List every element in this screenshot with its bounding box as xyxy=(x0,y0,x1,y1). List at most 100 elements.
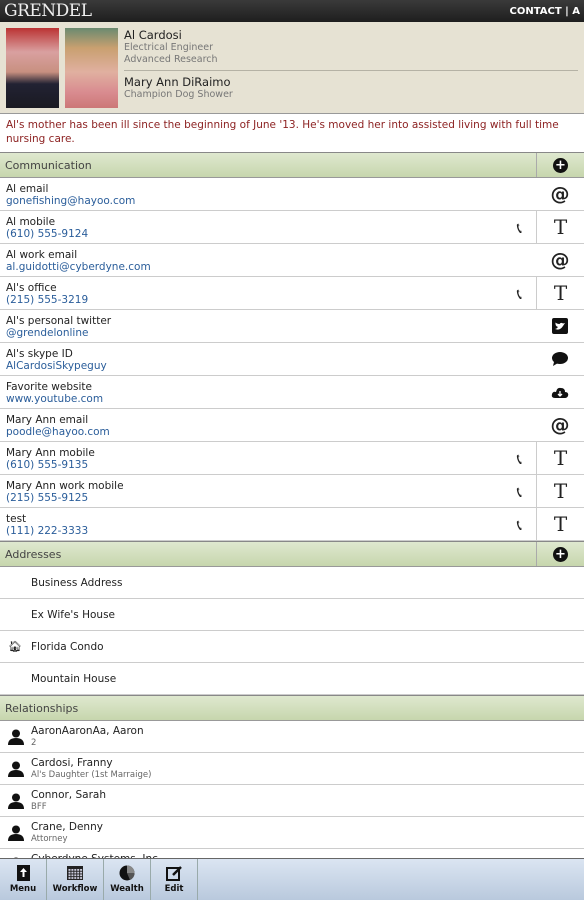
primary-contact-photo xyxy=(6,28,59,108)
phone-icon[interactable]: 📞︎ xyxy=(517,219,522,237)
address-label: Mountain House xyxy=(31,672,117,685)
breadcrumb[interactable]: CONTACT | A xyxy=(509,6,580,17)
toolbar-workflow-button[interactable]: Workflow xyxy=(47,859,104,900)
secondary-contact-photo xyxy=(65,28,118,108)
phone-icon[interactable]: 📞︎ xyxy=(517,285,522,303)
item-label: Al's personal twitter xyxy=(6,315,112,327)
phone-icon[interactable]: 📞︎ xyxy=(517,516,522,534)
plus-icon: + xyxy=(553,157,568,173)
item-value[interactable]: AlCardosiSkypeguy xyxy=(6,360,578,372)
item-label: Al's office xyxy=(6,282,57,294)
relationship-item[interactable]: AaronAaronAa, Aaron 2 xyxy=(0,721,584,753)
item-label: Al work email xyxy=(6,249,78,261)
communication-item[interactable]: Al email gonefishing@hayoo.com @ xyxy=(0,178,584,211)
item-label: test xyxy=(6,513,27,525)
plus-icon: + xyxy=(553,546,568,562)
section-title: Relationships xyxy=(5,701,79,715)
bottom-toolbar: Menu Workflow Wealth Edit xyxy=(0,858,584,900)
item-label: Mary Ann email xyxy=(6,414,89,426)
grendel-logo: GRENDEL xyxy=(4,1,92,21)
item-label: Mary Ann work mobile xyxy=(6,480,124,492)
communication-header: Communication + xyxy=(0,152,584,178)
add-address-button[interactable]: + xyxy=(536,542,584,566)
communication-item[interactable]: Al's personal twitter @grendelonline xyxy=(0,310,584,343)
item-value[interactable]: www.youtube.com xyxy=(6,393,578,405)
relationship-item[interactable]: Connor, Sarah BFF xyxy=(0,785,584,817)
relationship-name: Connor, Sarah xyxy=(31,789,106,801)
item-value[interactable]: gonefishing@hayoo.com xyxy=(6,195,578,207)
address-item[interactable]: 🏠︎ Florida Condo xyxy=(0,631,584,663)
address-label: Florida Condo xyxy=(31,640,104,653)
chat-icon[interactable] xyxy=(536,343,584,375)
text-message-button[interactable]: T xyxy=(536,211,584,243)
relationship-type: BFF xyxy=(31,802,47,812)
email-icon[interactable]: @ xyxy=(536,244,584,276)
twitter-icon[interactable] xyxy=(536,310,584,342)
relationship-name: AaronAaronAa, Aaron xyxy=(31,725,144,737)
communication-item[interactable]: test (111) 222-3333 📞︎ T xyxy=(0,508,584,541)
relationship-item[interactable]: Cardosi, Franny Al's Daughter (1st Marrai… xyxy=(0,753,584,785)
person-icon xyxy=(7,761,25,781)
item-value[interactable]: poodle@hayoo.com xyxy=(6,426,578,438)
primary-title: Electrical Engineer xyxy=(124,42,213,53)
toolbar-label: Workflow xyxy=(52,884,98,894)
item-label: Favorite website xyxy=(6,381,92,393)
relationship-type: 2 xyxy=(31,738,37,748)
address-item[interactable]: Ex Wife's House xyxy=(0,599,584,631)
item-label: Al mobile xyxy=(6,216,56,228)
section-title: Communication xyxy=(5,158,92,172)
email-icon[interactable]: @ xyxy=(536,409,584,441)
item-value[interactable]: (610) 555-9124 xyxy=(6,228,578,240)
relationship-name: Crane, Denny xyxy=(31,821,103,833)
menu-upload-icon xyxy=(16,865,30,884)
contact-note: Al's mother has been ill since the begin… xyxy=(6,119,559,145)
relationship-type: Al's Daughter (1st Marraige) xyxy=(31,770,152,780)
address-label: Business Address xyxy=(31,576,123,589)
communication-item[interactable]: Al work email al.guidotti@cyberdyne.com … xyxy=(0,244,584,277)
phone-icon[interactable]: 📞︎ xyxy=(517,483,522,501)
email-icon[interactable]: @ xyxy=(536,178,584,210)
app-header: GRENDEL CONTACT | A xyxy=(0,0,584,22)
person-icon xyxy=(7,825,25,845)
addresses-header: Addresses + xyxy=(0,541,584,567)
toolbar-wealth-button[interactable]: Wealth xyxy=(104,859,151,900)
divider xyxy=(124,70,578,71)
toolbar-label: Wealth xyxy=(110,884,144,894)
communication-item[interactable]: Mary Ann email poodle@hayoo.com @ xyxy=(0,409,584,442)
item-value[interactable]: (215) 555-3219 xyxy=(6,294,578,306)
item-value[interactable]: (111) 222-3333 xyxy=(6,525,578,537)
text-message-button[interactable]: T xyxy=(536,508,584,540)
item-label: Al email xyxy=(6,183,49,195)
toolbar-edit-button[interactable]: Edit xyxy=(151,859,198,900)
toolbar-label: Menu xyxy=(9,884,37,894)
text-message-button[interactable]: T xyxy=(536,475,584,507)
person-icon xyxy=(7,793,25,813)
communication-item[interactable]: Al's skype ID AlCardosiSkypeguy xyxy=(0,343,584,376)
address-item[interactable]: Mountain House xyxy=(0,663,584,695)
relationship-name: Cardosi, Franny xyxy=(31,757,113,769)
relationships-header: Relationships xyxy=(0,695,584,721)
section-title: Addresses xyxy=(5,547,62,561)
primary-name: Al Cardosi xyxy=(124,28,182,42)
address-item[interactable]: Business Address xyxy=(0,567,584,599)
communication-item[interactable]: Mary Ann mobile (610) 555-9135 📞︎ T xyxy=(0,442,584,475)
item-value[interactable]: (610) 555-9135 xyxy=(6,459,578,471)
text-message-button[interactable]: T xyxy=(536,442,584,474)
text-message-button[interactable]: T xyxy=(536,277,584,309)
add-communication-button[interactable]: + xyxy=(536,153,584,177)
item-value[interactable]: al.guidotti@cyberdyne.com xyxy=(6,261,578,273)
communication-item[interactable]: Al's office (215) 555-3219 📞︎ T xyxy=(0,277,584,310)
item-value[interactable]: @grendelonline xyxy=(6,327,578,339)
calendar-icon xyxy=(67,865,83,884)
person-icon xyxy=(7,729,25,749)
phone-icon[interactable]: 📞︎ xyxy=(517,450,522,468)
edit-icon xyxy=(166,865,182,884)
relationship-type: Attorney xyxy=(31,834,68,844)
item-value[interactable]: (215) 555-9125 xyxy=(6,492,578,504)
cloud-icon[interactable] xyxy=(536,376,584,408)
communication-item[interactable]: Mary Ann work mobile (215) 555-9125 📞︎ T xyxy=(0,475,584,508)
communication-item[interactable]: Favorite website www.youtube.com xyxy=(0,376,584,409)
toolbar-menu-button[interactable]: Menu xyxy=(0,859,47,900)
relationship-item[interactable]: Crane, Denny Attorney xyxy=(0,817,584,849)
communication-item[interactable]: Al mobile (610) 555-9124 📞︎ T xyxy=(0,211,584,244)
